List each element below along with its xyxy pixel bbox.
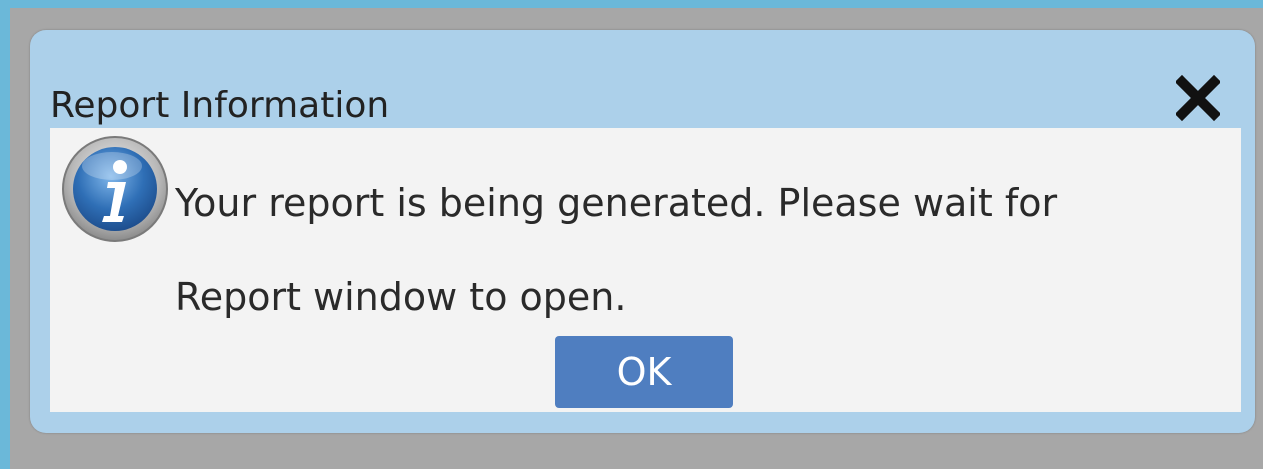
screen-edge [0, 0, 1263, 8]
close-icon [1176, 74, 1220, 122]
message-line-2: Report window to open. [175, 275, 627, 319]
message-line-1: Your report is being generated. Please w… [175, 181, 1058, 225]
report-information-dialog: Report Information Your report is being … [30, 30, 1255, 433]
dialog-message: Your report is being generated. Please w… [175, 156, 1225, 344]
screen-edge [0, 0, 10, 469]
dialog-title: Report Information [50, 85, 390, 126]
close-button[interactable] [1176, 74, 1220, 122]
dialog-body: Your report is being generated. Please w… [50, 128, 1241, 412]
ok-button[interactable]: OK [555, 336, 733, 408]
info-icon [60, 134, 170, 244]
dialog-titlebar[interactable]: Report Information [30, 30, 1255, 128]
